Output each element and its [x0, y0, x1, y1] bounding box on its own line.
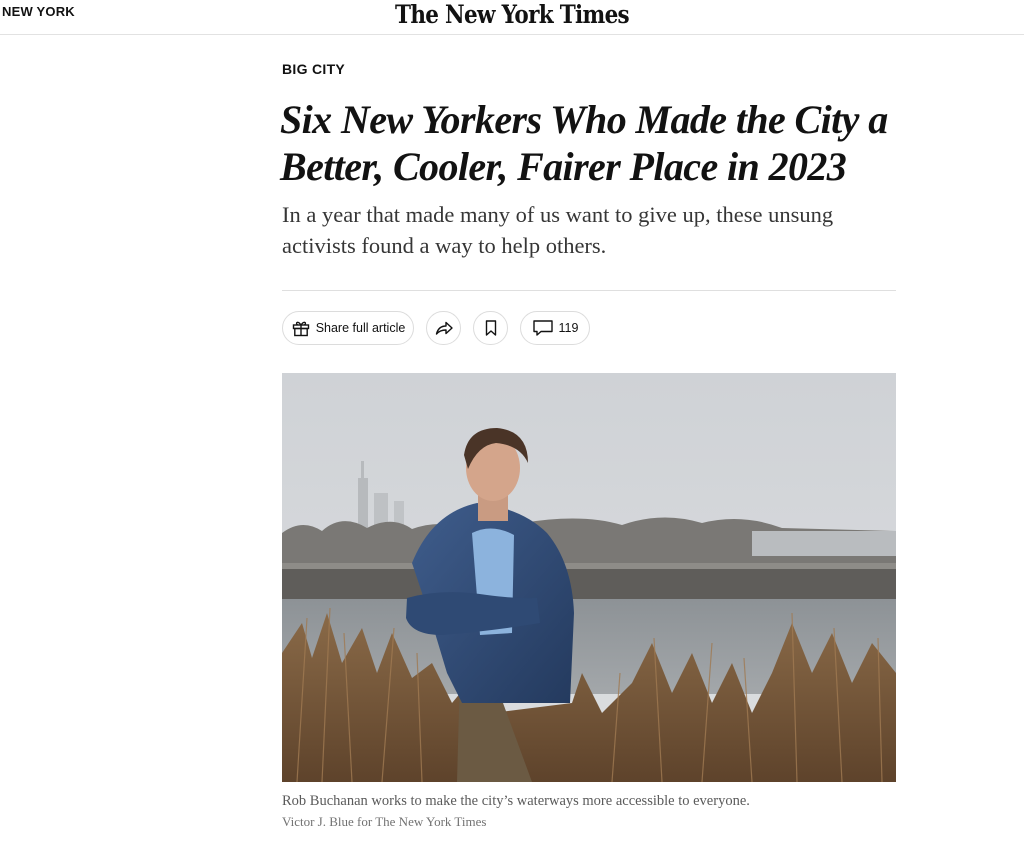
photo-caption: Rob Buchanan works to make the city’s wa… [282, 793, 750, 809]
section-link-new-york[interactable]: NEW YORK [2, 4, 75, 19]
share-button[interactable] [426, 311, 461, 345]
article-headline: Six New Yorkers Who Made the City a Bett… [280, 97, 888, 189]
gift-icon [291, 318, 311, 338]
comments-button[interactable]: 119 [520, 311, 590, 345]
nyt-logo[interactable]: The New York Times [72, 0, 953, 30]
article-kicker[interactable]: BIG CITY [282, 61, 345, 77]
comment-count: 119 [558, 321, 579, 335]
share-full-article-label: Share full article [315, 321, 406, 335]
lead-photo[interactable] [282, 373, 896, 782]
share-full-article-button[interactable]: Share full article [282, 311, 414, 345]
divider [282, 290, 896, 291]
masthead: NEW YORK The New York Times [0, 0, 1024, 35]
share-arrow-icon [434, 318, 454, 338]
comment-bubble-icon [532, 318, 554, 338]
article-summary: In a year that made many of us want to g… [282, 202, 834, 258]
photo-credit: Victor J. Blue for The New York Times [282, 814, 487, 829]
bookmark-icon [482, 319, 500, 337]
lead-photo-illustration [282, 373, 896, 782]
save-article-button[interactable] [473, 311, 508, 345]
